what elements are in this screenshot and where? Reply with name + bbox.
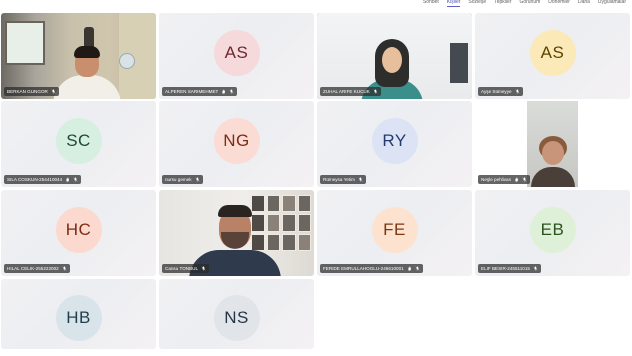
participant-tile[interactable]: BERKAN GUNGOR [1,13,156,99]
mic-off-icon [533,266,538,271]
top-bar: Sohbet Kişiler Sözleşe Tepkiler Görünüm Dönem… [0,0,632,8]
participant-name-tag: nursu gemek [162,175,203,184]
participant-name-tag: Neşle pehlivan [478,175,531,184]
participant-name: FERIDE EMRULLAHOGLU-246610001 [323,266,404,271]
participant-tile[interactable]: ZUHAL ARIFE KUCUK [317,13,472,99]
participant-tile[interactable]: FE FERIDE EMRULLAHOGLU-246610001 [317,190,472,276]
participant-name: Cansu TONBUL [165,266,199,271]
participant-tile[interactable]: NS [159,279,314,349]
participant-name: BERKAN GUNGOR [7,89,48,94]
participant-tile[interactable]: Neşle pehlivan [475,101,630,187]
top-menu-item[interactable]: Daha [578,0,590,7]
participant-name-tag: HILAL CELIK-255222002 [4,264,70,273]
top-menu-item[interactable]: Dönemler [548,0,570,7]
top-menu-item[interactable]: Tepkiler [494,0,511,7]
top-menu-item[interactable]: Kişiler [446,0,460,7]
participant-tile[interactable]: HB [1,279,156,349]
participant-tile[interactable]: Cansu TONBUL [159,190,314,276]
top-menu-item[interactable]: Görünüm [519,0,540,7]
participant-tile[interactable]: AS ALPEREN SARIMEHMET [159,13,314,99]
mic-off-icon [358,177,363,182]
video-grid: BERKAN GUNGOR AS ALPEREN SARIMEHMET ZUHAL A… [0,8,632,356]
top-menu-item[interactable]: Sohbet [423,0,439,7]
participant-name: HILAL CELIK-255222002 [7,266,59,271]
participant-name: ZUHAL ARIFE KUCUK [323,89,370,94]
participant-avatar: EB [529,207,576,253]
hand-icon [66,177,70,182]
hand-icon [407,266,411,271]
participant-name-tag: ZUHAL ARIFE KUCUK [320,87,381,96]
participant-tile[interactable]: HC HILAL CELIK-255222002 [1,190,156,276]
participant-avatar: AS [529,30,576,76]
participant-avatar: AS [213,30,260,76]
participant-name: Rümeysa Yetim [323,177,355,182]
participant-tile[interactable]: NG nursu gemek [159,101,314,187]
mic-off-icon [515,89,519,94]
participant-avatar: FE [371,207,418,253]
participant-tile[interactable]: SC SILA COSKUN-254410044 [1,101,156,187]
participant-name: nursu gemek [165,177,192,182]
mic-off-icon [62,266,67,271]
participant-avatar: RY [371,118,418,164]
participant-name-tag: ELIF BESIR-245511015 [478,264,541,273]
top-menu-item[interactable]: Uygulamalar [598,0,626,7]
hand-icon [222,89,226,94]
participant-video [527,101,578,187]
participant-name-tag: Cansu TONBUL [162,264,210,273]
mic-off-icon [522,177,527,182]
mic-off-icon [195,177,199,182]
participant-tile[interactable]: EB ELIF BESIR-245511015 [475,190,630,276]
hand-icon [515,177,519,182]
participant-avatar: HB [55,295,102,341]
participant-name-tag: SILA COSKUN-254410044 [4,175,82,184]
participant-name-tag: Ayşe Sümeyye [478,87,523,96]
mic-off-icon [415,266,420,271]
mic-off-icon [201,266,206,271]
participant-name-tag: BERKAN GUNGOR [4,87,59,96]
mic-off-icon [373,89,378,94]
participant-name-tag: ALPEREN SARIMEHMET [162,87,238,96]
participant-name-tag: FERIDE EMRULLAHOGLU-246610001 [320,264,423,273]
participant-name: Neşle pehlivan [481,177,512,182]
participant-tile[interactable]: AS Ayşe Sümeyye [475,13,630,99]
participant-avatar: HC [55,207,102,253]
top-menu-item[interactable]: Sözleşe [468,0,486,7]
participant-avatar: NS [213,295,260,341]
participant-name: ELIF BESIR-245511015 [481,266,530,271]
participant-name: Ayşe Sümeyye [481,89,512,94]
participant-tile[interactable]: RY Rümeysa Yetim [317,101,472,187]
mic-off-icon [73,177,78,182]
mic-off-icon [51,89,56,94]
mic-off-icon [229,89,234,94]
participant-name-tag: Rümeysa Yetim [320,175,366,184]
top-menu: Sohbet Kişiler Sözleşe Tepkiler Görünüm Dönem… [423,0,632,7]
participant-name: SILA COSKUN-254410044 [7,177,63,182]
participant-name: ALPEREN SARIMEHMET [165,89,219,94]
participant-avatar: NG [213,118,260,164]
participant-avatar: SC [55,118,102,164]
